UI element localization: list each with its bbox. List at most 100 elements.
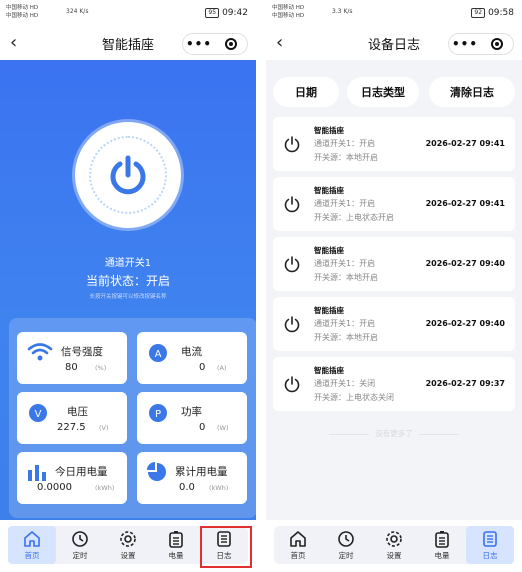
card-value: 0 (199, 362, 206, 373)
network-speed: 3.3 K/s (332, 8, 353, 15)
power-icon (283, 255, 301, 277)
status-right: 95 09:42 (205, 8, 248, 18)
log-time: 2026-02-27 09:40 (425, 259, 505, 268)
mini-capsule: ••• (182, 33, 248, 55)
tab-log[interactable]: 日志 (466, 526, 514, 564)
tab-label: 首页 (290, 551, 306, 560)
signal-card: 信号强度 80 (%) (17, 332, 127, 384)
gear-icon (386, 531, 402, 547)
card-unit: (kWh) (209, 484, 229, 492)
status-right: 92 09:58 (471, 8, 514, 18)
pie-chart-icon (147, 462, 167, 486)
power-toggle-button[interactable] (75, 122, 181, 228)
tab-timer[interactable]: 定时 (56, 526, 104, 564)
home-icon (24, 531, 40, 547)
card-value: 0.0 (179, 482, 195, 493)
battery-icon: 92 (471, 8, 486, 18)
tab-label: 定时 (72, 551, 88, 560)
log-device: 智能插座 (314, 366, 344, 375)
svg-text:V: V (35, 409, 42, 420)
tab-settings[interactable]: 设置 (104, 526, 152, 564)
log-tab-highlight (200, 526, 252, 568)
power-icon (110, 155, 146, 195)
card-value: 227.5 (57, 422, 86, 433)
page-title: 智能插座 (101, 37, 154, 53)
log-action: 通道开关1：开启 (314, 259, 376, 268)
mini-capsule: ••• (448, 33, 514, 55)
log-action: 通道开关1：关闭 (314, 379, 376, 388)
card-label: 功率 (181, 406, 202, 418)
tab-bar: 首页 定时 设置 电量 日志 (266, 520, 522, 572)
nav-bar: ‹ 设备日志 ••• (266, 26, 522, 60)
log-time: 2026-02-27 09:40 (425, 319, 505, 328)
battery-list-icon (169, 531, 183, 548)
battery-icon: 95 (205, 8, 220, 18)
log-time: 2026-02-27 09:41 (425, 199, 505, 208)
tab-label: 设置 (386, 551, 402, 560)
card-unit: (W) (217, 424, 229, 432)
smart-socket-screen: 中国移动 HD 中国移动 HD 324 K/s 95 09:42 ‹ 智能插座 … (0, 0, 256, 572)
today-energy-card: 今日用电量 0.0000 (kWh) (17, 452, 127, 504)
tab-timer[interactable]: 定时 (322, 526, 370, 564)
card-unit: (kWh) (95, 484, 115, 492)
log-item: 智能插座 通道开关1：开启 开关源：上电状态开启 2026-02-27 09:41 (273, 177, 515, 231)
tab-home[interactable]: 首页 (274, 526, 322, 564)
tab-label: 电量 (434, 551, 450, 560)
filter-bar: 日期 日志类型 清除日志 (266, 60, 522, 110)
power-card: P 功率 0 (W) (137, 392, 247, 444)
tab-energy[interactable]: 电量 (418, 526, 466, 564)
status-time: 09:58 (488, 8, 514, 18)
log-time: 2026-02-27 09:37 (425, 379, 505, 388)
back-icon[interactable]: ‹ (276, 32, 283, 53)
more-icon[interactable]: ••• (449, 37, 481, 51)
date-filter-button[interactable]: 日期 (273, 77, 339, 107)
log-device: 智能插座 (314, 126, 344, 135)
metrics-panel: 信号强度 80 (%) A 电流 0 (A) V 电压 227.5 (V) P (9, 318, 256, 518)
svg-text:A: A (155, 349, 162, 360)
power-ring (89, 136, 167, 214)
more-icon[interactable]: ••• (183, 37, 215, 51)
log-source: 开关源：上电状态关闭 (314, 393, 394, 402)
log-device: 智能插座 (314, 186, 344, 195)
log-action: 通道开关1：开启 (314, 139, 376, 148)
tab-label: 首页 (24, 551, 40, 560)
log-device: 智能插座 (314, 306, 344, 315)
tab-energy[interactable]: 电量 (152, 526, 200, 564)
card-label: 电压 (67, 406, 88, 418)
tab-label: 日志 (482, 551, 498, 560)
power-icon (283, 375, 301, 397)
log-time: 2026-02-27 09:41 (425, 139, 505, 148)
back-icon[interactable]: ‹ (10, 32, 17, 53)
log-item: 智能插座 通道开关1：开启 开关源：本地开启 2026-02-27 09:40 (273, 237, 515, 291)
carrier-1: 中国移动 HD (272, 5, 305, 11)
log-action: 通道开关1：开启 (314, 319, 376, 328)
gear-icon (120, 531, 136, 547)
network-speed: 324 K/s (66, 8, 89, 15)
carrier-2: 中国移动 HD (6, 13, 39, 19)
card-label: 今日用电量 (55, 466, 108, 478)
clear-log-button[interactable]: 清除日志 (429, 77, 515, 107)
log-source: 开关源：本地开启 (314, 333, 378, 342)
carrier-info: 中国移动 HD 中国移动 HD (6, 4, 38, 20)
tab-settings[interactable]: 设置 (370, 526, 418, 564)
current-state: 当前状态：开启 (85, 274, 170, 288)
close-icon[interactable] (215, 38, 247, 50)
log-source: 开关源：本地开启 (314, 273, 378, 282)
close-icon[interactable] (481, 38, 513, 50)
svg-text:P: P (155, 409, 161, 420)
carrier-info: 中国移动 HD 中国移动 HD (272, 4, 304, 20)
carrier-1: 中国移动 HD (6, 5, 39, 11)
device-log-screen: 中国移动 HD 中国移动 HD 3.3 K/s 92 09:58 ‹ 设备日志 … (266, 0, 522, 572)
log-book-icon (483, 531, 497, 547)
card-unit: (A) (217, 364, 227, 372)
log-source: 开关源：上电状态开启 (314, 213, 394, 222)
tab-home[interactable]: 首页 (8, 526, 56, 564)
tab-label: 定时 (338, 551, 354, 560)
channel-name: 通道开关1 (104, 258, 152, 269)
nav-bar: ‹ 智能插座 ••• (0, 26, 256, 60)
power-meter-icon: P (147, 402, 169, 428)
power-icon (283, 195, 301, 217)
current-icon: A (147, 342, 169, 368)
log-source: 开关源：本地开启 (314, 153, 378, 162)
log-type-filter-button[interactable]: 日志类型 (347, 77, 419, 107)
